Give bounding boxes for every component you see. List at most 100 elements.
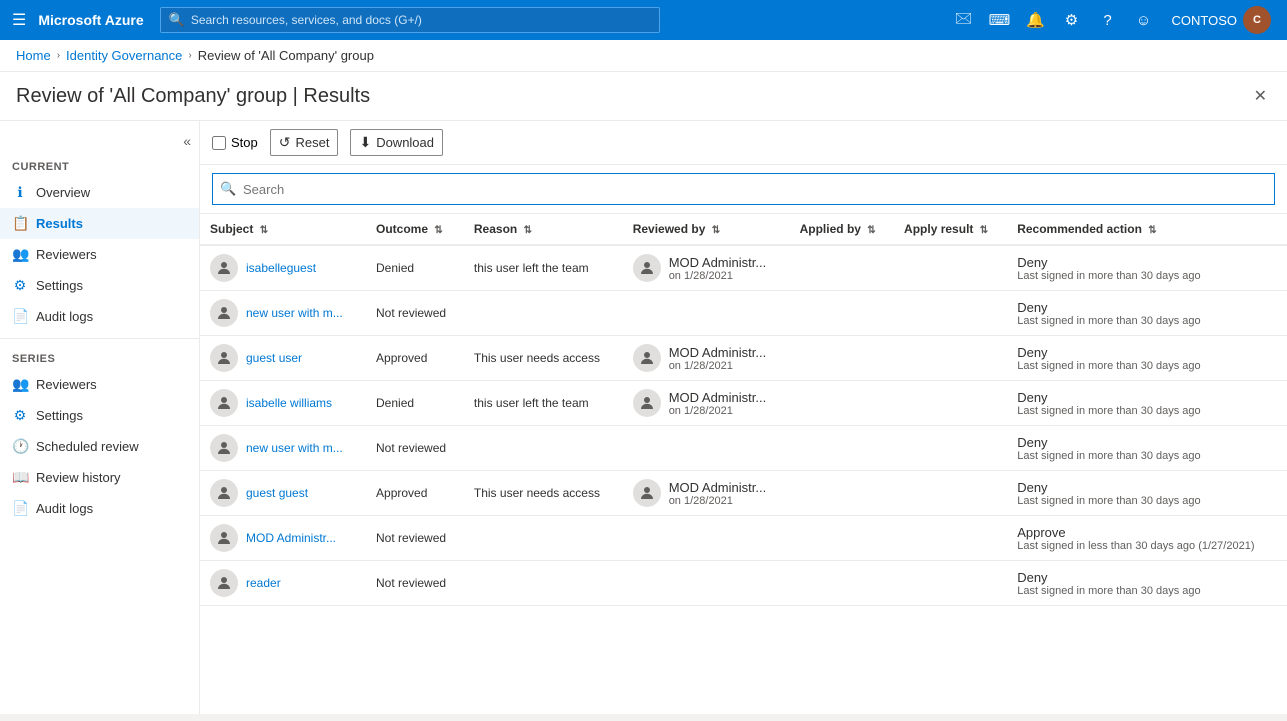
breadcrumb: Home › Identity Governance › Review of '…	[0, 40, 1287, 72]
scheduled-icon: 🕐	[12, 438, 28, 455]
avatar: C	[1243, 6, 1271, 34]
sidebar-divider	[0, 338, 199, 339]
col-outcome[interactable]: Outcome ⇅	[366, 214, 464, 245]
sidebar-item-reviewers-label: Reviewers	[36, 247, 97, 262]
cell-subject: reader	[200, 561, 366, 606]
subject-name[interactable]: reader	[246, 576, 281, 590]
bell-icon[interactable]: 🔔	[1020, 4, 1052, 36]
cell-applied-by	[790, 245, 894, 291]
cell-apply-result	[894, 426, 1007, 471]
subject-avatar	[210, 389, 238, 417]
settings-sidebar-icon: ⚙	[12, 277, 28, 294]
collapse-icon[interactable]: «	[183, 133, 191, 149]
stop-button[interactable]: Stop	[212, 135, 258, 150]
feedback-icon[interactable]: ☺	[1128, 4, 1160, 36]
action-label: Deny	[1017, 345, 1277, 360]
hamburger-icon[interactable]: ☰	[8, 6, 30, 34]
reset-button[interactable]: ↺ Reset	[270, 129, 339, 156]
reviewer-name: MOD Administr...	[669, 345, 767, 360]
sidebar-collapse: «	[0, 129, 199, 153]
action-sub: Last signed in more than 30 days ago	[1017, 450, 1277, 462]
subject-name[interactable]: isabelle williams	[246, 396, 332, 410]
settings2-icon: ⚙	[12, 407, 28, 424]
sidebar-item-overview[interactable]: ℹ Overview	[0, 177, 199, 208]
cell-apply-result	[894, 516, 1007, 561]
col-recommended-action[interactable]: Recommended action ⇅	[1007, 214, 1287, 245]
sidebar-item-settings2[interactable]: ⚙ Settings	[0, 400, 199, 431]
subject-name[interactable]: new user with m...	[246, 441, 343, 455]
results-table: Subject ⇅ Outcome ⇅ Reason ⇅ Reviewed by…	[200, 214, 1287, 606]
sidebar-item-history[interactable]: 📖 Review history	[0, 462, 199, 493]
sidebar-item-reviewers[interactable]: 👥 Reviewers	[0, 239, 199, 270]
cloud-shell-icon[interactable]: ⌨	[984, 4, 1016, 36]
cell-apply-result	[894, 381, 1007, 426]
subject-avatar	[210, 569, 238, 597]
search-input[interactable]	[212, 173, 1275, 205]
action-label: Deny	[1017, 255, 1277, 270]
breadcrumb-sep2: ›	[188, 50, 191, 61]
settings-icon[interactable]: ⚙	[1056, 4, 1088, 36]
action-label: Deny	[1017, 570, 1277, 585]
cell-outcome: Not reviewed	[366, 426, 464, 471]
col-reviewed-by[interactable]: Reviewed by ⇅	[623, 214, 790, 245]
breadcrumb-identity-gov[interactable]: Identity Governance	[66, 48, 182, 63]
reviewer-avatar	[633, 254, 661, 282]
search-inner: 🔍	[212, 173, 1275, 205]
cell-outcome: Not reviewed	[366, 516, 464, 561]
col-subject[interactable]: Subject ⇅	[200, 214, 366, 245]
cell-reason: This user needs access	[464, 336, 623, 381]
user-profile[interactable]: CONTOSO C	[1164, 6, 1280, 34]
help-icon[interactable]: ?	[1092, 4, 1124, 36]
cell-applied-by	[790, 561, 894, 606]
col-applied-by[interactable]: Applied by ⇅	[790, 214, 894, 245]
reset-label: Reset	[295, 135, 329, 150]
action-label: Approve	[1017, 525, 1277, 540]
action-sub: Last signed in more than 30 days ago	[1017, 270, 1277, 282]
cell-recommended-action: Deny Last signed in more than 30 days ag…	[1007, 381, 1287, 426]
reviewer-date: on 1/28/2021	[669, 495, 767, 507]
cell-reason	[464, 291, 623, 336]
cell-applied-by	[790, 471, 894, 516]
reviewers-icon: 👥	[12, 246, 28, 263]
cell-apply-result	[894, 471, 1007, 516]
col-reason[interactable]: Reason ⇅	[464, 214, 623, 245]
sidebar-item-results[interactable]: 📋 Results	[0, 208, 199, 239]
notifications-icon[interactable]: 🖂	[948, 4, 980, 36]
col-apply-result[interactable]: Apply result ⇅	[894, 214, 1007, 245]
cell-reviewed-by: MOD Administr... on 1/28/2021	[623, 381, 790, 426]
search-placeholder: Search resources, services, and docs (G+…	[191, 13, 422, 27]
subject-name[interactable]: MOD Administr...	[246, 531, 336, 545]
sidebar-item-scheduled[interactable]: 🕐 Scheduled review	[0, 431, 199, 462]
global-search[interactable]: 🔍 Search resources, services, and docs (…	[160, 7, 660, 33]
cell-subject: guest guest	[200, 471, 366, 516]
sidebar-item-audit-logs[interactable]: 📄 Audit logs	[0, 301, 199, 332]
cell-subject: new user with m...	[200, 426, 366, 471]
main-layout: « Current ℹ Overview 📋 Results 👥 Reviewe…	[0, 121, 1287, 714]
cell-reviewed-by: MOD Administr... on 1/28/2021	[623, 471, 790, 516]
subject-avatar	[210, 524, 238, 552]
cell-reason: This user needs access	[464, 471, 623, 516]
cell-subject: MOD Administr...	[200, 516, 366, 561]
download-label: Download	[376, 135, 434, 150]
sidebar: « Current ℹ Overview 📋 Results 👥 Reviewe…	[0, 121, 200, 714]
table-row: isabelleguest Denied this user left the …	[200, 245, 1287, 291]
subject-name[interactable]: new user with m...	[246, 306, 343, 320]
sidebar-item-settings2-label: Settings	[36, 408, 83, 423]
info-icon: ℹ	[12, 184, 28, 201]
subject-name[interactable]: guest guest	[246, 486, 308, 500]
sidebar-item-audit2[interactable]: 📄 Audit logs	[0, 493, 199, 524]
sidebar-item-settings[interactable]: ⚙ Settings	[0, 270, 199, 301]
cell-reviewed-by	[623, 426, 790, 471]
audit2-icon: 📄	[12, 500, 28, 517]
action-sub: Last signed in more than 30 days ago	[1017, 585, 1277, 597]
subject-name[interactable]: guest user	[246, 351, 302, 365]
close-button[interactable]: ✕	[1250, 82, 1271, 110]
breadcrumb-home[interactable]: Home	[16, 48, 51, 63]
azure-logo: Microsoft Azure	[38, 12, 143, 28]
sidebar-item-reviewers2[interactable]: 👥 Reviewers	[0, 369, 199, 400]
cell-recommended-action: Deny Last signed in more than 30 days ag…	[1007, 561, 1287, 606]
download-button[interactable]: ⬇ Download	[350, 129, 443, 156]
cell-subject: new user with m...	[200, 291, 366, 336]
stop-checkbox[interactable]	[212, 136, 226, 150]
subject-name[interactable]: isabelleguest	[246, 261, 316, 275]
